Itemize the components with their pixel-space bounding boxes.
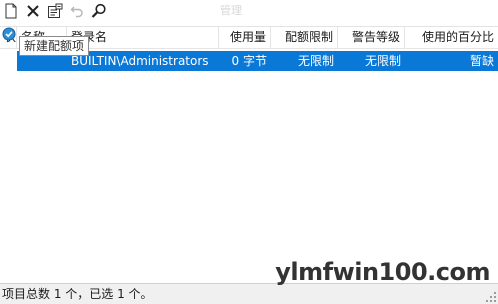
quota-entries-window: 管理 状 名称 登录名 使用量 配额限制 警告等级 使用的百分比 BUILTIN… xyxy=(0,0,498,304)
faint-background-title: 管理 xyxy=(220,4,242,17)
cell-quota-limit: 无限制 xyxy=(297,54,334,68)
undo-icon xyxy=(70,6,83,18)
resize-grip-icon[interactable] xyxy=(486,292,496,302)
cell-used: 0 字节 xyxy=(231,54,267,68)
column-header-logon-name[interactable]: 登录名 xyxy=(67,27,219,48)
new-document-icon xyxy=(5,3,17,19)
status-ok-icon xyxy=(2,27,16,41)
undo-button[interactable] xyxy=(66,0,88,22)
column-header-percent-used[interactable]: 使用的百分比 xyxy=(405,27,498,48)
new-quota-entry-button[interactable] xyxy=(0,0,22,22)
cell-logon-name: BUILTIN\Administrators xyxy=(71,54,209,68)
tooltip: 新建配额项 xyxy=(19,36,90,56)
find-button[interactable] xyxy=(88,0,110,22)
status-bar: 项目总数 1 个，已选 1 个。 xyxy=(0,283,498,304)
delete-x-icon xyxy=(27,5,39,17)
delete-button[interactable] xyxy=(22,0,44,22)
cell-warning-level: 无限制 xyxy=(364,54,401,68)
cell-status xyxy=(0,51,17,71)
column-header-warning-level[interactable]: 警告等级 xyxy=(338,27,405,48)
column-header-used[interactable]: 使用量 xyxy=(219,27,271,48)
cell-percent-used: 暂缺 xyxy=(469,54,494,68)
properties-button[interactable] xyxy=(44,0,66,22)
column-header-quota-limit[interactable]: 配额限制 xyxy=(271,27,338,48)
toolbar xyxy=(0,0,498,22)
status-bar-text: 项目总数 1 个，已选 1 个。 xyxy=(2,287,153,301)
properties-icon xyxy=(48,3,63,18)
quota-list[interactable]: 状 名称 登录名 使用量 配额限制 警告等级 使用的百分比 BUILTIN\Ad… xyxy=(0,26,498,283)
watermark-logo: ylmfwin100.com xyxy=(275,258,490,286)
magnifier-icon xyxy=(91,3,106,18)
